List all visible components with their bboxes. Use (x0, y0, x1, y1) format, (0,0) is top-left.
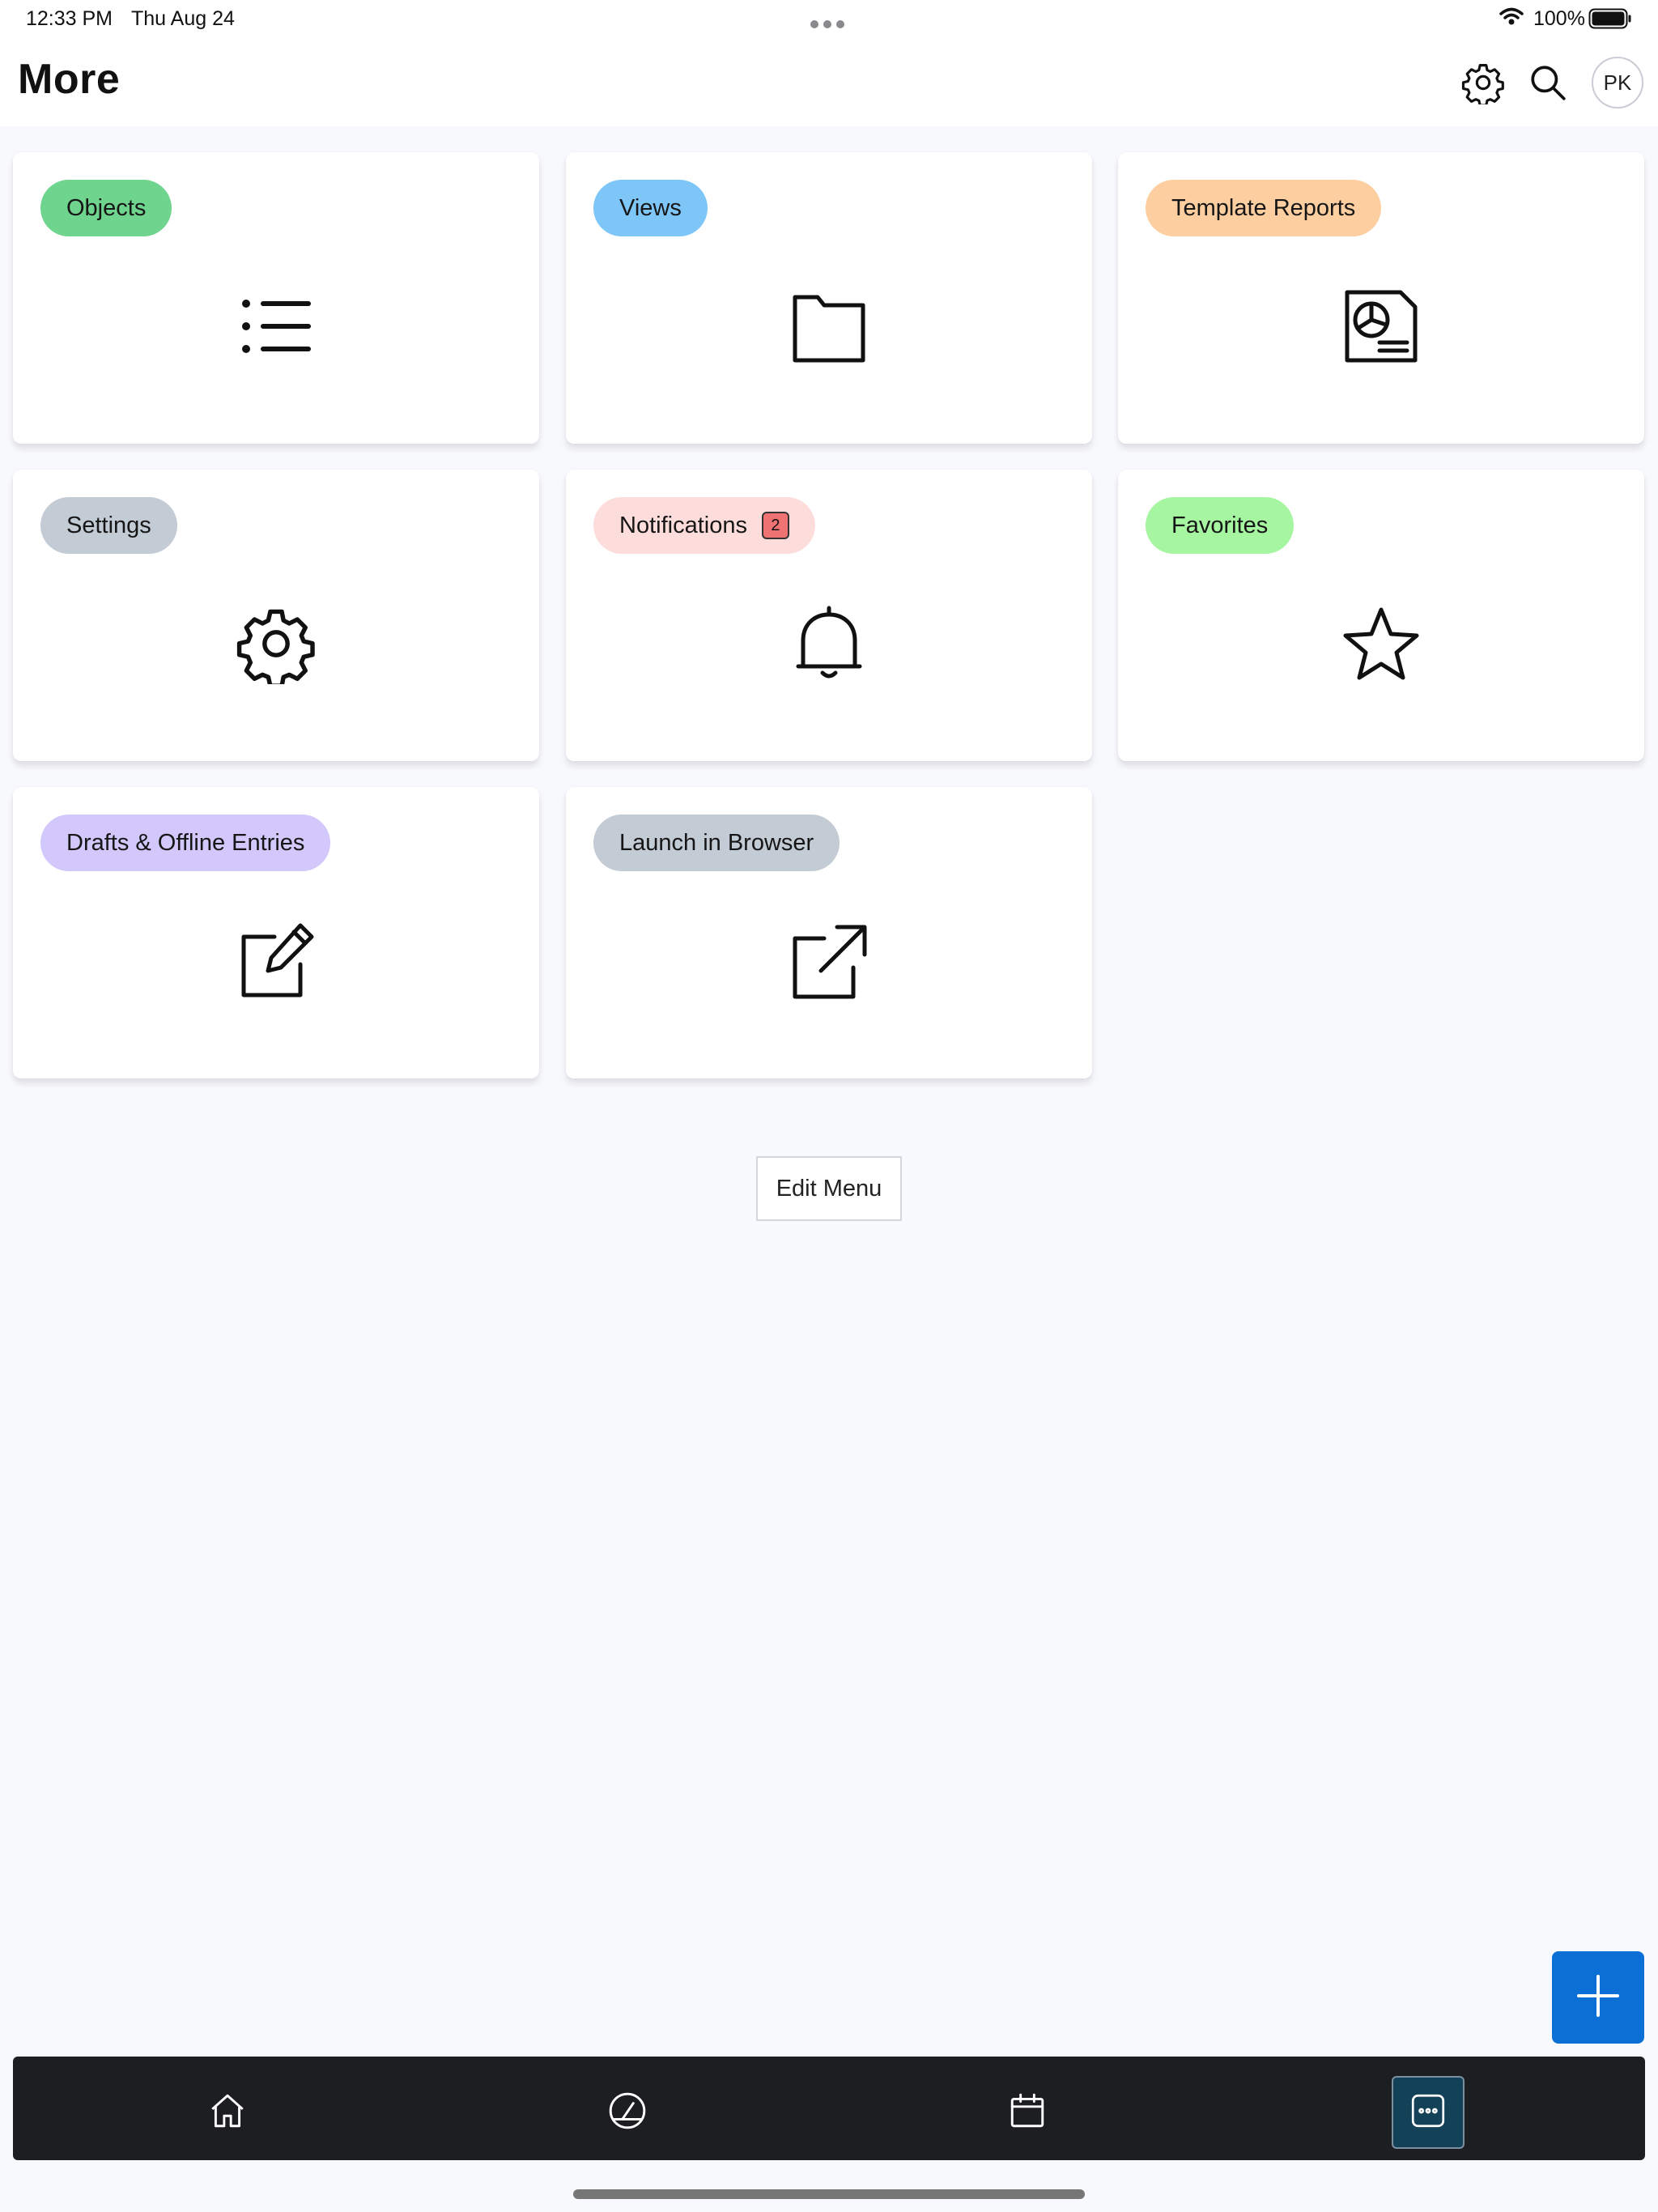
bell-icon (789, 603, 869, 684)
tab-home[interactable] (191, 2076, 264, 2149)
more-icon (1408, 2091, 1448, 2135)
tab-dashboard[interactable] (591, 2076, 664, 2149)
tile-drafts-offline-label: Drafts & Offline Entries (40, 815, 331, 871)
status-bar: 12:33 PM Thu Aug 24 100% (0, 0, 1658, 39)
ellipsis-icon[interactable] (810, 11, 845, 35)
calendar-icon (1007, 2091, 1048, 2135)
home-indicator[interactable] (573, 2189, 1085, 2199)
notification-count-badge: 2 (761, 512, 789, 539)
battery-percent: 100% (1533, 7, 1585, 30)
bottom-tab-bar (13, 2057, 1645, 2160)
status-time: 12:33 PM (26, 7, 113, 30)
tab-more[interactable] (1392, 2076, 1465, 2149)
folder-icon (789, 286, 869, 367)
tile-notifications[interactable]: Notifications 2 (566, 470, 1092, 761)
gear-icon (236, 603, 317, 688)
tile-settings-label: Settings (40, 497, 177, 554)
star-icon (1341, 603, 1422, 684)
status-date: Thu Aug 24 (131, 7, 235, 30)
edit-menu-button[interactable]: Edit Menu (756, 1156, 902, 1221)
tile-template-reports[interactable]: Template Reports (1118, 152, 1644, 444)
tile-template-reports-label: Template Reports (1146, 180, 1382, 236)
battery-full-icon (1588, 8, 1632, 35)
tile-favorites-label: Favorites (1146, 497, 1295, 554)
tile-settings[interactable]: Settings (13, 470, 539, 761)
tile-drafts-offline[interactable]: Drafts & Offline Entries (13, 787, 539, 1078)
tile-favorites[interactable]: Favorites (1118, 470, 1644, 761)
tile-views-label: Views (593, 180, 708, 236)
page-title: More (18, 56, 121, 103)
plus-icon (1575, 1973, 1621, 2023)
edit-note-icon (236, 921, 317, 1002)
search-icon[interactable] (1522, 57, 1574, 108)
tile-notifications-label: Notifications 2 (593, 497, 815, 554)
tile-objects[interactable]: Objects (13, 152, 539, 444)
external-link-icon (789, 921, 869, 1002)
report-document-icon (1341, 286, 1422, 367)
avatar[interactable]: PK (1592, 57, 1643, 108)
tile-launch-browser-label: Launch in Browser (593, 815, 840, 871)
home-icon (207, 2091, 248, 2135)
app-header: More PK (0, 39, 1658, 126)
wifi-icon (1499, 6, 1524, 32)
list-icon (236, 286, 317, 367)
tile-objects-label: Objects (40, 180, 172, 236)
tile-views[interactable]: Views (566, 152, 1092, 444)
tile-launch-browser[interactable]: Launch in Browser (566, 787, 1092, 1078)
gear-icon[interactable] (1457, 57, 1509, 108)
add-button[interactable] (1552, 1951, 1644, 2044)
tab-calendar[interactable] (991, 2076, 1064, 2149)
dashboard-gauge-icon (607, 2091, 648, 2135)
